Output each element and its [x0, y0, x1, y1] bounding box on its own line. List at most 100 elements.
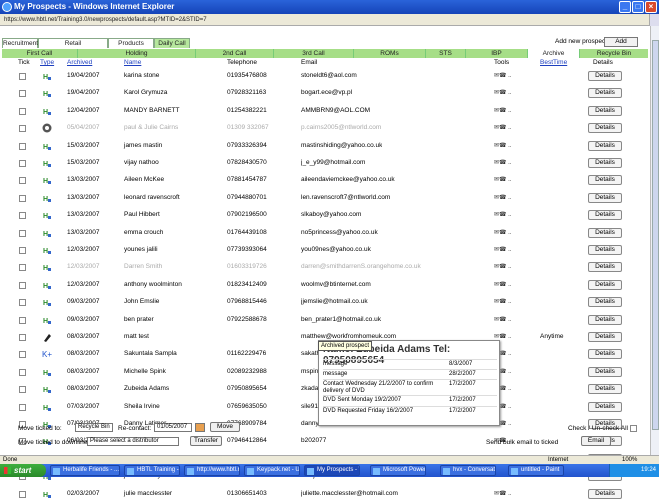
tick-checkbox[interactable]: [19, 490, 26, 498]
tick-checkbox[interactable]: [19, 177, 26, 185]
details-button[interactable]: Details: [588, 366, 622, 377]
prospect-email[interactable]: p.cairns2005@ntlworld.com: [301, 124, 381, 132]
tools-icons[interactable]: ✉☎ ..: [494, 159, 512, 166]
details-button[interactable]: Details: [588, 192, 622, 203]
tick-checkbox[interactable]: [19, 403, 26, 411]
details-button[interactable]: Details: [588, 158, 622, 168]
tab-products[interactable]: Products: [108, 38, 154, 48]
details-button[interactable]: Details: [588, 384, 622, 395]
tools-icons[interactable]: ✉☎ ..: [494, 316, 512, 323]
details-button[interactable]: Details: [588, 314, 622, 325]
maximize-button[interactable]: □: [632, 1, 644, 13]
details-button[interactable]: Details: [588, 140, 622, 151]
tools-icons[interactable]: ✉☎ ..: [494, 176, 512, 183]
details-button[interactable]: Details: [588, 262, 622, 273]
tools-icons[interactable]: ✉☎ ..: [494, 298, 512, 305]
tab-first-call[interactable]: First Call: [2, 49, 78, 58]
prospect-email[interactable]: bogart.ece@vp.pl: [301, 89, 352, 97]
details-button[interactable]: Details: [588, 349, 622, 360]
col-name[interactable]: Name: [124, 59, 141, 67]
details-button[interactable]: Details: [588, 279, 622, 290]
prospect-email[interactable]: slkaboy@yahoo.com: [301, 211, 361, 219]
minimize-button[interactable]: _: [619, 1, 631, 13]
tab-roms[interactable]: ROMs: [354, 49, 426, 58]
move-destination-select[interactable]: Recycle Bin: [75, 423, 113, 432]
tick-checkbox[interactable]: [19, 160, 26, 167]
details-button[interactable]: Details: [588, 245, 622, 255]
move-button[interactable]: Move: [210, 422, 240, 432]
taskbar-item[interactable]: Microsoft PowerPoi...: [370, 465, 426, 476]
prospect-email[interactable]: AMMBRN9@AOL.COM: [301, 107, 370, 115]
tools-icons[interactable]: ✉☎ ..: [494, 490, 512, 497]
address-bar[interactable]: https://www.hbtl.net/Training3.0/newpros…: [0, 14, 659, 26]
tab-recycle-bin[interactable]: Recycle Bin: [580, 49, 648, 58]
details-button[interactable]: Details: [588, 227, 622, 238]
prospect-email[interactable]: woolmv@btinternet.com: [301, 281, 371, 289]
details-button[interactable]: Details: [588, 210, 622, 221]
recontact-date-input[interactable]: 01/05/2007: [154, 423, 192, 432]
taskbar-item[interactable]: My Prospects - Win...: [304, 465, 360, 476]
tick-checkbox[interactable]: [19, 107, 26, 115]
tick-checkbox[interactable]: [19, 368, 26, 376]
details-button[interactable]: Details: [588, 488, 622, 499]
vertical-scrollbar[interactable]: [650, 26, 659, 460]
taskbar-item[interactable]: Herbalife Friends - ...: [50, 465, 120, 476]
tick-checkbox[interactable]: [19, 299, 26, 307]
taskbar-item[interactable]: HBTL Training - Wi...: [124, 465, 180, 476]
tab-sts[interactable]: STS: [426, 49, 466, 58]
add-prospect-button[interactable]: Add: [604, 37, 638, 47]
calendar-icon[interactable]: [195, 423, 205, 432]
close-button[interactable]: ×: [645, 1, 657, 13]
details-button[interactable]: Details: [588, 332, 622, 342]
email-button[interactable]: Email: [581, 436, 611, 446]
tick-checkbox[interactable]: [19, 125, 26, 133]
check-all-checkbox[interactable]: [630, 425, 637, 432]
tools-icons[interactable]: ✉☎ ..: [494, 263, 512, 270]
address-url[interactable]: https://www.hbtl.net/Training3.0/newpros…: [4, 17, 207, 23]
prospect-email[interactable]: j_e_y99@hotmail.com: [301, 159, 365, 167]
taskbar-item[interactable]: Keypack.net - Unlo...: [244, 465, 300, 476]
details-button[interactable]: Details: [588, 297, 622, 308]
details-button[interactable]: Details: [588, 175, 622, 186]
details-button[interactable]: Details: [588, 88, 622, 99]
scrollbar-thumb[interactable]: [652, 40, 659, 430]
tools-icons[interactable]: ✉☎ ..: [494, 89, 512, 96]
tick-checkbox[interactable]: [19, 194, 26, 202]
details-button[interactable]: Details: [588, 105, 622, 116]
tick-checkbox[interactable]: [19, 386, 26, 394]
tab-retail[interactable]: Retail: [38, 38, 108, 48]
tab-archive[interactable]: Archive: [528, 49, 580, 58]
tools-icons[interactable]: ✉☎ ..: [494, 229, 512, 236]
tick-checkbox[interactable]: [19, 264, 26, 272]
tick-checkbox[interactable]: [19, 142, 26, 150]
tools-icons[interactable]: ✉☎ ..: [494, 333, 512, 340]
tab-ibp[interactable]: IBP: [466, 49, 528, 58]
tick-checkbox[interactable]: [19, 334, 26, 341]
prospect-email[interactable]: aileendaviemckee@yahoo.co.uk: [301, 176, 395, 184]
address-scroll-button[interactable]: [649, 14, 659, 26]
prospect-email[interactable]: jjemslie@hotmail.co.uk: [301, 298, 368, 306]
tick-checkbox[interactable]: [19, 247, 26, 254]
start-button[interactable]: start: [0, 464, 46, 477]
details-button[interactable]: Details: [588, 123, 622, 134]
distributor-select[interactable]: Please select a distributor: [87, 437, 179, 446]
tab-daily-call[interactable]: Daily Call: [154, 38, 190, 48]
prospect-email[interactable]: len.ravenscroft7@ntlworld.com: [301, 194, 390, 202]
prospect-email[interactable]: juliette.macclesster@hotmail.com: [301, 490, 398, 498]
details-button[interactable]: Details: [588, 401, 622, 412]
taskbar-item[interactable]: http://www.hbtl.n...: [184, 465, 240, 476]
tools-icons[interactable]: ✉☎ ..: [494, 72, 512, 79]
tick-checkbox[interactable]: [19, 90, 26, 98]
tools-icons[interactable]: ✉☎ ..: [494, 194, 512, 201]
prospect-email[interactable]: darren@smithdarrenS.orangehome.co.uk: [301, 263, 421, 271]
taskbar-item[interactable]: untitled - Paint: [508, 465, 564, 476]
tools-icons[interactable]: ✉☎ ..: [494, 107, 512, 114]
tick-checkbox[interactable]: [19, 73, 26, 80]
prospect-email[interactable]: ben_prater1@hotmail.co.uk: [301, 316, 381, 324]
tab-3rd-call[interactable]: 3rd Call: [274, 49, 354, 58]
tools-icons[interactable]: ✉☎ ..: [494, 281, 512, 288]
col-besttime[interactable]: BestTime: [540, 59, 567, 67]
tab-recruitment[interactable]: Recruitment: [2, 38, 38, 48]
tools-icons[interactable]: ✉☎ ..: [494, 142, 512, 149]
prospect-email[interactable]: you09nes@yahoo.co.uk: [301, 246, 371, 254]
